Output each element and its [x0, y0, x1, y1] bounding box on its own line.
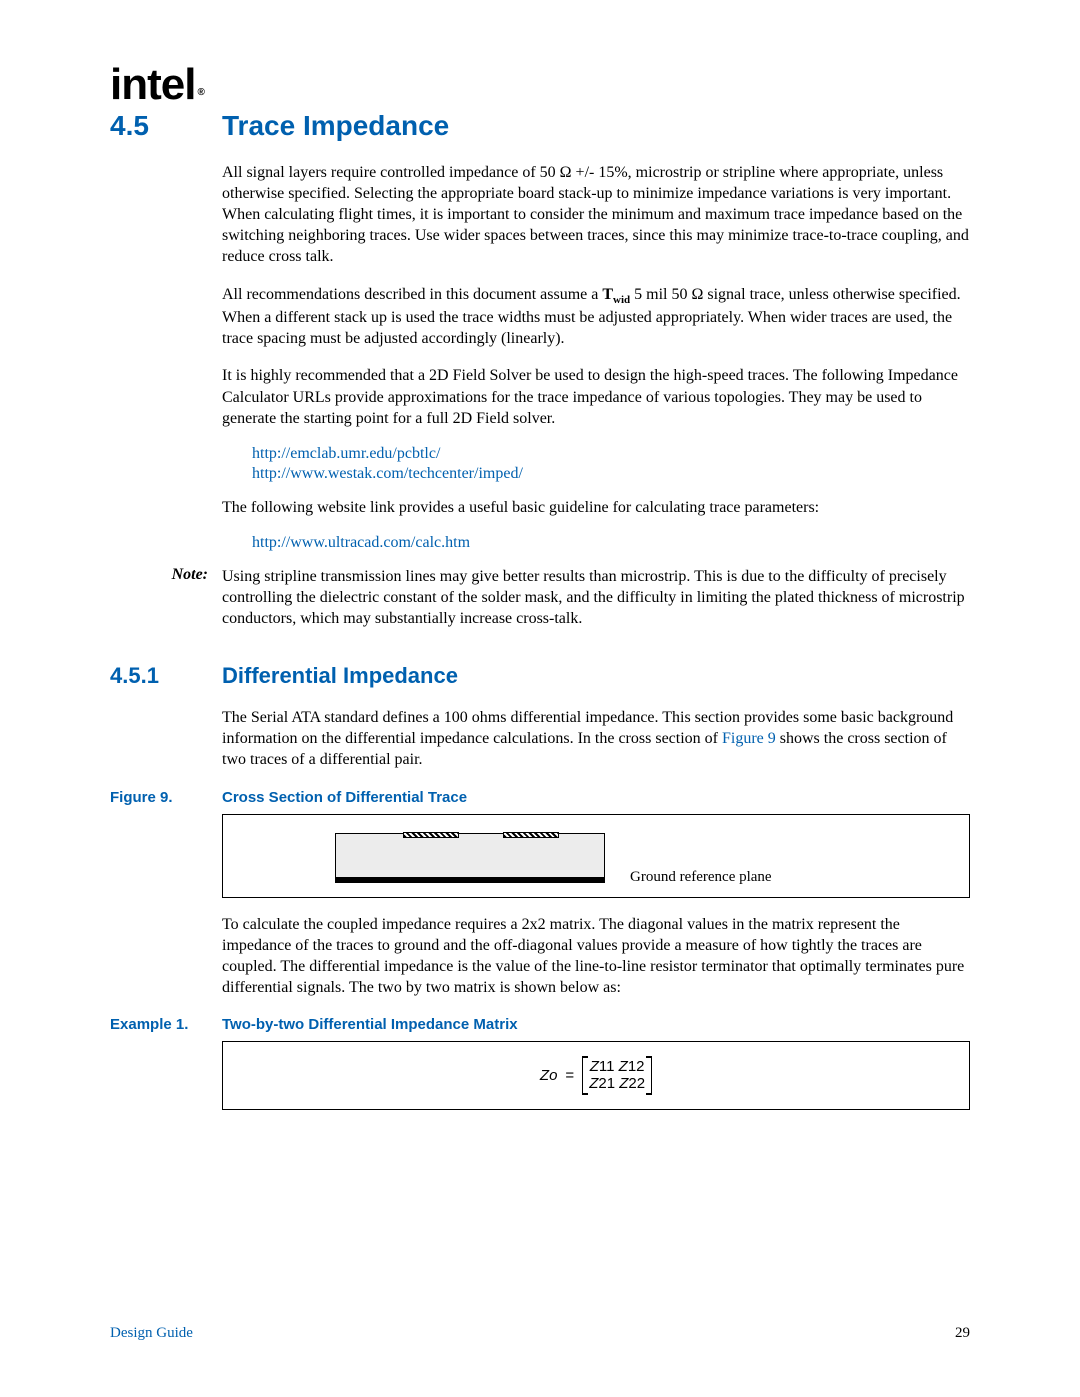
- subsection-number: 4.5.1: [110, 663, 222, 689]
- ground-plane-label: Ground reference plane: [630, 869, 772, 886]
- figure-9-ref-link[interactable]: Figure 9: [722, 730, 776, 747]
- ground-plane: [335, 877, 605, 883]
- section-title: Trace Impedance: [222, 110, 449, 142]
- paragraph: To calculate the coupled impedance requi…: [222, 914, 970, 998]
- diff-trace-right: [503, 832, 559, 838]
- link-emclab[interactable]: http://emclab.umr.edu/pcbtlc/: [252, 445, 970, 463]
- page-number: 29: [955, 1325, 970, 1342]
- figure-9-box: Ground reference plane: [222, 814, 970, 898]
- example-label: Example 1.: [110, 1016, 222, 1033]
- figure-label: Figure 9.: [110, 789, 222, 806]
- diff-trace-left: [403, 832, 459, 838]
- figure-title: Cross Section of Differential Trace: [222, 789, 467, 806]
- equals-sign: =: [565, 1067, 574, 1084]
- matrix-lhs: Zo: [540, 1067, 558, 1084]
- subsection-title: Differential Impedance: [222, 663, 458, 689]
- section-number: 4.5: [110, 110, 222, 142]
- link-ultracad[interactable]: http://www.ultracad.com/calc.htm: [252, 534, 970, 552]
- paragraph: All signal layers require controlled imp…: [222, 162, 970, 268]
- paragraph: The following website link provides a us…: [222, 497, 970, 518]
- note-label: Note:: [110, 566, 222, 629]
- registered-mark: ®: [197, 87, 203, 98]
- paragraph: The Serial ATA standard defines a 100 oh…: [222, 707, 970, 770]
- link-westak[interactable]: http://www.westak.com/techcenter/imped/: [252, 465, 970, 483]
- example-title: Two-by-two Differential Impedance Matrix: [222, 1016, 518, 1033]
- footer-doc-title: Design Guide: [110, 1325, 193, 1342]
- paragraph: It is highly recommended that a 2D Field…: [222, 365, 970, 428]
- paragraph: All recommendations described in this do…: [222, 284, 970, 350]
- intel-logo: intel®: [110, 60, 970, 110]
- note-text: Using stripline transmission lines may g…: [222, 566, 970, 629]
- matrix-bracket: Z11 Z12 Z21 Z22: [582, 1056, 652, 1095]
- substrate: [335, 833, 605, 881]
- matrix-box: Zo = Z11 Z12 Z21 Z22: [222, 1041, 970, 1110]
